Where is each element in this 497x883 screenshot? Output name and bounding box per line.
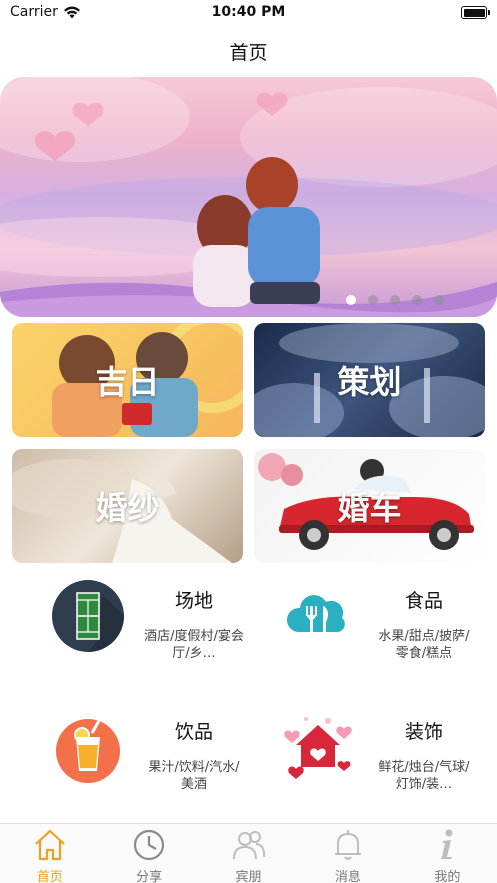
service-decoration[interactable]: 装饰 鲜花/烛台/气球/灯饰/装… (282, 711, 482, 811)
tab-share[interactable]: 分享 (99, 824, 198, 883)
people-icon (232, 831, 265, 860)
service-desc: 酒店/度假村/宴会厅/乡… (144, 629, 244, 661)
service-title: 饮品 (174, 721, 213, 743)
status-time: 10:40 PM (211, 4, 286, 20)
cutlery-cloud-icon (286, 595, 345, 634)
service-venue[interactable]: 场地 酒店/度假村/宴会厅/乡… (52, 580, 252, 680)
tab-messages[interactable]: 消息 (298, 824, 397, 883)
tile-lucky-day[interactable]: 吉日 (12, 323, 243, 437)
info-icon (441, 829, 453, 859)
tile-label: 策划 (337, 363, 402, 401)
status-bar: Carrier 10:40 PM (0, 0, 497, 26)
tab-label: 我的 (434, 870, 461, 883)
tennis-court-icon (52, 580, 124, 652)
service-drinks[interactable]: 饮品 果汁/饮料/汽水/美酒 (52, 711, 252, 811)
page-title: 首页 (229, 42, 268, 64)
carousel-indicator (346, 295, 444, 305)
home-icon (34, 829, 65, 861)
tile-planning[interactable]: 策划 (254, 323, 485, 437)
tab-profile[interactable]: 我的 (398, 824, 497, 883)
service-desc: 水果/甜点/披萨/零食/糕点 (378, 629, 470, 661)
battery-icon (461, 6, 490, 19)
service-title: 食品 (404, 590, 443, 612)
tab-label: 首页 (36, 870, 63, 883)
tile-label: 吉日 (95, 363, 160, 401)
bell-icon (334, 830, 361, 860)
clock-icon (134, 829, 165, 861)
tile-label: 婚纱 (95, 489, 160, 527)
tile-wedding-dress[interactable]: 婚纱 (12, 449, 243, 563)
carousel-dot[interactable] (368, 295, 378, 305)
banner-carousel[interactable] (0, 77, 497, 317)
banner-illustration (0, 77, 497, 317)
service-title: 场地 (174, 590, 213, 612)
tab-label: 消息 (334, 870, 361, 883)
tab-label: 分享 (136, 870, 163, 883)
tile-wedding-car[interactable]: 婚车 (254, 449, 485, 563)
service-food[interactable]: 食品 水果/甜点/披萨/零食/糕点 (282, 580, 482, 680)
carousel-dot[interactable] (434, 295, 444, 305)
tab-label: 宾朋 (235, 870, 262, 883)
heart-house-icon (284, 717, 352, 779)
service-desc: 果汁/饮料/汽水/美酒 (148, 760, 240, 792)
carousel-dot[interactable] (412, 295, 422, 305)
juice-glass-icon (56, 718, 120, 783)
carousel-dot[interactable] (346, 295, 356, 305)
service-desc: 鲜花/烛台/气球/灯饰/装… (378, 760, 470, 792)
tile-label: 婚车 (337, 489, 402, 527)
tab-bar: 首页 分享 宾朋 消息 我的 (0, 823, 497, 883)
tab-guests[interactable]: 宾朋 (199, 824, 298, 883)
service-title: 装饰 (404, 721, 443, 743)
carousel-dot[interactable] (390, 295, 400, 305)
tab-home[interactable]: 首页 (0, 824, 99, 883)
